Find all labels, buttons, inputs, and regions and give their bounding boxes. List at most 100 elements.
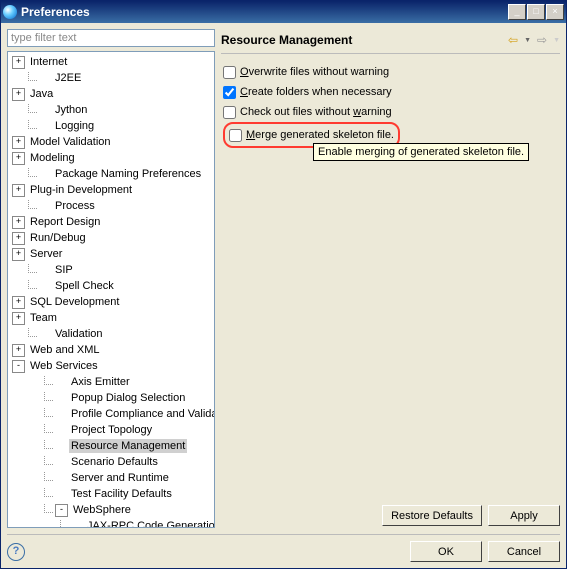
tree-item[interactable]: Package Naming Preferences bbox=[8, 166, 214, 182]
window-title: Preferences bbox=[21, 5, 90, 19]
tree-item-label: Internet bbox=[28, 55, 69, 69]
tree-item-label: Profile Compliance and Validation bbox=[69, 407, 215, 421]
tree-spacer bbox=[39, 281, 50, 292]
tree-item[interactable]: +Modeling bbox=[8, 150, 214, 166]
tree-item[interactable]: Jython bbox=[8, 102, 214, 118]
cancel-button[interactable]: Cancel bbox=[488, 541, 560, 562]
tree-spacer bbox=[39, 73, 50, 84]
tree-item-label: Web and XML bbox=[28, 343, 102, 357]
tree-item-label: Java bbox=[28, 87, 55, 101]
tree-spacer bbox=[39, 265, 50, 276]
tree-item-label: Server bbox=[28, 247, 64, 261]
tree-spacer bbox=[55, 377, 66, 388]
help-icon[interactable]: ? bbox=[7, 543, 25, 561]
minimize-button[interactable]: _ bbox=[508, 4, 526, 20]
back-icon[interactable]: ⇦ bbox=[508, 33, 518, 47]
tree-item[interactable]: +Run/Debug bbox=[8, 230, 214, 246]
tree-item[interactable]: +Plug-in Development bbox=[8, 182, 214, 198]
tree-item-label: SIP bbox=[53, 263, 75, 277]
expand-icon[interactable]: + bbox=[12, 88, 25, 101]
tree-item[interactable]: Test Facility Defaults bbox=[8, 486, 214, 502]
tree-item[interactable]: -WebSphere bbox=[8, 502, 214, 518]
forward-icon[interactable]: ⇨ bbox=[537, 33, 547, 47]
checkbox-row: Create folders when necessary bbox=[223, 82, 560, 102]
tree-item[interactable]: Logging bbox=[8, 118, 214, 134]
tree-item[interactable]: +Team bbox=[8, 310, 214, 326]
tree-spacer bbox=[55, 409, 66, 420]
tree-item[interactable]: JAX-RPC Code Generation bbox=[8, 518, 214, 528]
tree-item[interactable]: +Internet bbox=[8, 54, 214, 70]
apply-button[interactable]: Apply bbox=[488, 505, 560, 526]
checkbox-row: Check out files without warning bbox=[223, 102, 560, 122]
titlebar: Preferences _ □ × bbox=[1, 1, 566, 23]
tree-item-label: Spell Check bbox=[53, 279, 116, 293]
option-checkbox[interactable] bbox=[223, 106, 236, 119]
tree-spacer bbox=[55, 473, 66, 484]
tree-spacer bbox=[39, 169, 50, 180]
tree-item[interactable]: +Model Validation bbox=[8, 134, 214, 150]
option-checkbox[interactable] bbox=[223, 66, 236, 79]
tree-item[interactable]: -Web Services bbox=[8, 358, 214, 374]
tree-item[interactable]: +Java bbox=[8, 86, 214, 102]
tree-item[interactable]: +Server bbox=[8, 246, 214, 262]
expand-icon[interactable]: + bbox=[12, 216, 25, 229]
tree-item-label: Process bbox=[53, 199, 97, 213]
tree-item[interactable]: J2EE bbox=[8, 70, 214, 86]
tree-item-label: Project Topology bbox=[69, 423, 154, 437]
tree-spacer bbox=[55, 489, 66, 500]
expand-icon[interactable]: + bbox=[12, 312, 25, 325]
tree-item[interactable]: Spell Check bbox=[8, 278, 214, 294]
expand-icon[interactable]: + bbox=[12, 296, 25, 309]
tree-item[interactable]: Resource Management bbox=[8, 438, 214, 454]
tree-item[interactable]: +SQL Development bbox=[8, 294, 214, 310]
expand-icon[interactable]: + bbox=[12, 56, 25, 69]
tree-item[interactable]: Server and Runtime bbox=[8, 470, 214, 486]
tree-item-label: Web Services bbox=[28, 359, 100, 373]
tree-item-label: Plug-in Development bbox=[28, 183, 134, 197]
tree-item-label: Validation bbox=[53, 327, 105, 341]
tree-item[interactable]: Process bbox=[8, 198, 214, 214]
tree-item-label: J2EE bbox=[53, 71, 83, 85]
expand-icon[interactable]: + bbox=[12, 136, 25, 149]
tree-spacer bbox=[39, 329, 50, 340]
option-label: Check out files without warning bbox=[240, 106, 392, 118]
collapse-icon[interactable]: - bbox=[12, 360, 25, 373]
tree-item-label: Modeling bbox=[28, 151, 77, 165]
dropdown-icon[interactable]: ▼ bbox=[524, 37, 531, 44]
expand-icon[interactable]: + bbox=[12, 248, 25, 261]
option-checkbox[interactable] bbox=[229, 129, 242, 142]
expand-icon[interactable]: + bbox=[12, 184, 25, 197]
restore-defaults-button[interactable]: Restore Defaults bbox=[382, 505, 482, 526]
tree-item[interactable]: Axis Emitter bbox=[8, 374, 214, 390]
preference-tree[interactable]: +InternetJ2EE+JavaJythonLogging+Model Va… bbox=[7, 51, 215, 528]
tree-item[interactable]: SIP bbox=[8, 262, 214, 278]
expand-icon[interactable]: + bbox=[12, 344, 25, 357]
tree-item[interactable]: Scenario Defaults bbox=[8, 454, 214, 470]
tree-item-label: Report Design bbox=[28, 215, 102, 229]
filter-input[interactable] bbox=[7, 29, 215, 47]
maximize-button[interactable]: □ bbox=[527, 4, 545, 20]
tree-item[interactable]: Validation bbox=[8, 326, 214, 342]
expand-icon[interactable]: + bbox=[12, 232, 25, 245]
option-checkbox[interactable] bbox=[223, 86, 236, 99]
tree-item[interactable]: +Report Design bbox=[8, 214, 214, 230]
ok-button[interactable]: OK bbox=[410, 541, 482, 562]
tree-item-label: WebSphere bbox=[71, 503, 133, 517]
tree-item-label: Test Facility Defaults bbox=[69, 487, 174, 501]
tree-item[interactable]: +Web and XML bbox=[8, 342, 214, 358]
tree-item-label: Axis Emitter bbox=[69, 375, 132, 389]
tree-item-label: SQL Development bbox=[28, 295, 121, 309]
option-label: Create folders when necessary bbox=[240, 86, 392, 98]
tree-item-label: Run/Debug bbox=[28, 231, 88, 245]
option-label: Merge generated skeleton file. bbox=[246, 129, 394, 141]
collapse-icon[interactable]: - bbox=[55, 504, 68, 517]
close-button[interactable]: × bbox=[546, 4, 564, 20]
tree-item[interactable]: Project Topology bbox=[8, 422, 214, 438]
tree-item[interactable]: Profile Compliance and Validation bbox=[8, 406, 214, 422]
tree-item[interactable]: Popup Dialog Selection bbox=[8, 390, 214, 406]
tree-item-label: Jython bbox=[53, 103, 89, 117]
tree-spacer bbox=[39, 201, 50, 212]
tree-spacer bbox=[55, 393, 66, 404]
expand-icon[interactable]: + bbox=[12, 152, 25, 165]
tree-item-label: Package Naming Preferences bbox=[53, 167, 203, 181]
